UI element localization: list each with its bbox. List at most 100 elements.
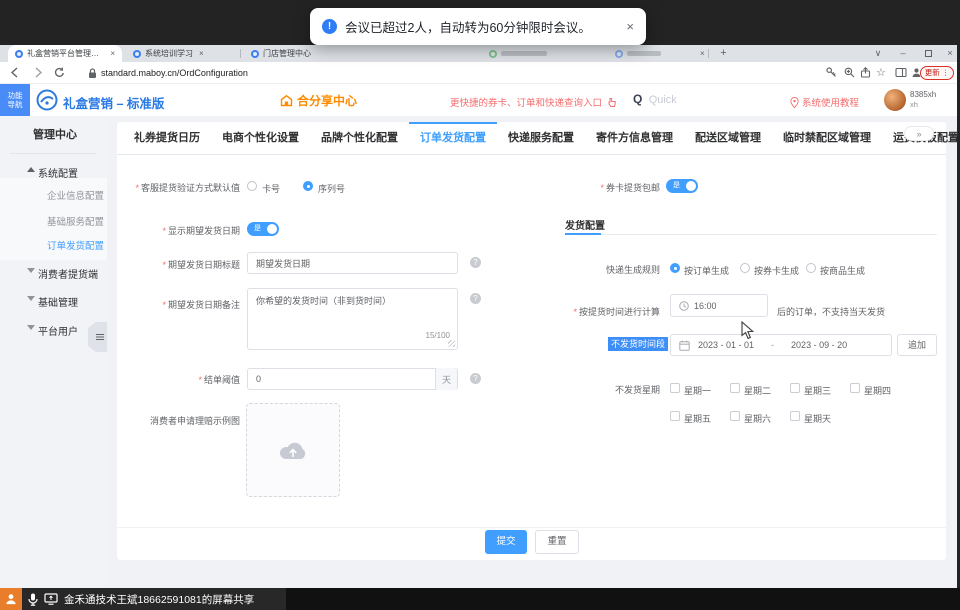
meeting-toast: ! 会议已超过2人，自动转为60分钟限时会议。 × bbox=[310, 8, 646, 45]
radio-by-product[interactable] bbox=[806, 263, 816, 273]
submit-button[interactable]: 提交 bbox=[485, 530, 527, 554]
checkbox-thursday[interactable] bbox=[850, 383, 860, 393]
checkbox-tuesday[interactable] bbox=[730, 383, 740, 393]
forward-icon[interactable] bbox=[32, 67, 43, 78]
checkbox-wednesday-label[interactable]: 星期三 bbox=[804, 384, 831, 397]
claim-example-upload[interactable] bbox=[246, 403, 340, 497]
checkbox-sunday[interactable] bbox=[790, 411, 800, 421]
browser-tab-training[interactable]: 系统培训学习 × bbox=[126, 45, 238, 62]
tab-temp-ban-area[interactable]: 临时禁配区域管理 bbox=[772, 122, 882, 154]
date-separator: - bbox=[771, 340, 774, 350]
sidebar-item-basic-management[interactable]: 基础管理 bbox=[38, 294, 78, 309]
window-menu-button[interactable]: ∨ bbox=[868, 45, 888, 62]
show-expected-date-toggle[interactable]: 是 bbox=[247, 222, 279, 236]
browser-tab-hidden-2[interactable] bbox=[608, 45, 696, 62]
checkbox-wednesday[interactable] bbox=[790, 383, 800, 393]
user-avatar[interactable] bbox=[884, 89, 906, 111]
radio-serial-number[interactable] bbox=[303, 181, 313, 191]
tab-close-icon[interactable]: × bbox=[199, 49, 204, 58]
warehouse-icon bbox=[280, 94, 293, 107]
checkbox-sunday-label[interactable]: 星期天 bbox=[804, 412, 831, 425]
system-tutorial-link[interactable]: 系统使用教程 bbox=[790, 95, 859, 109]
radio-by-order-label[interactable]: 按订单生成 bbox=[684, 264, 729, 277]
radio-by-voucher-label[interactable]: 按券卡生成 bbox=[754, 264, 799, 277]
reset-button[interactable]: 重置 bbox=[535, 530, 579, 554]
lock-icon[interactable] bbox=[88, 68, 97, 79]
share-icon[interactable] bbox=[860, 67, 871, 78]
help-icon[interactable]: ? bbox=[470, 373, 481, 384]
sidebar-item-consumer-pickup[interactable]: 消费者提货端 bbox=[38, 266, 98, 281]
window-minimize-button[interactable]: – bbox=[893, 45, 913, 62]
radio-serial-number-label[interactable]: 序列号 bbox=[318, 182, 345, 195]
quick-search[interactable]: Q Quick bbox=[633, 92, 677, 106]
reload-icon[interactable] bbox=[54, 67, 65, 78]
no-ship-period-daterange[interactable]: 2023 - 01 - 01 - 2023 - 09 - 20 bbox=[670, 334, 892, 356]
tab-delivery-area[interactable]: 配送区域管理 bbox=[684, 122, 772, 154]
tab-sender-info[interactable]: 寄件方信息管理 bbox=[585, 122, 684, 154]
new-tab-button[interactable]: + bbox=[716, 46, 731, 61]
radio-card-number-label[interactable]: 卡号 bbox=[262, 182, 280, 195]
radio-by-order[interactable] bbox=[670, 263, 680, 273]
expected-date-note-textarea[interactable]: 你希望的发货时间（非到货时间） 15/100 bbox=[247, 288, 458, 350]
tab-favicon bbox=[489, 50, 497, 58]
sidebar-item-order-shipping[interactable]: 订单发货配置 bbox=[47, 238, 104, 252]
checkbox-thursday-label[interactable]: 星期四 bbox=[864, 384, 891, 397]
closing-threshold-input[interactable]: 0 天 bbox=[247, 368, 458, 390]
free-postage-toggle[interactable]: 是 bbox=[666, 179, 698, 193]
share-center-link[interactable]: 合分享中心 bbox=[280, 92, 357, 109]
checkbox-monday[interactable] bbox=[670, 383, 680, 393]
help-icon[interactable]: ? bbox=[470, 293, 481, 304]
pickup-time-calc-label: *按提货时间进行计算 bbox=[497, 305, 660, 318]
bookmark-star-icon[interactable]: ☆ bbox=[876, 66, 886, 79]
checkbox-monday-label[interactable]: 星期一 bbox=[684, 384, 711, 397]
append-button[interactable]: 追加 bbox=[897, 334, 937, 356]
checkbox-friday[interactable] bbox=[670, 411, 680, 421]
checkbox-saturday[interactable] bbox=[730, 411, 740, 421]
tabs-expand-button[interactable]: » bbox=[904, 126, 934, 141]
sidebar-item-enterprise-info[interactable]: 企业信息配置 bbox=[47, 188, 104, 202]
express-rule-label: 快递生成规则 bbox=[497, 263, 660, 276]
radio-by-product-label[interactable]: 按商品生成 bbox=[820, 264, 865, 277]
radio-card-number[interactable] bbox=[247, 181, 257, 191]
tab-title-placeholder bbox=[501, 51, 547, 56]
chrome-update-button[interactable]: 更新 ⋮ bbox=[920, 66, 954, 80]
checkbox-friday-label[interactable]: 星期五 bbox=[684, 412, 711, 425]
tab-separator bbox=[240, 49, 241, 58]
back-icon[interactable] bbox=[10, 67, 21, 78]
share-status-text: 金禾通技术王斌18662591081的屏幕共享 bbox=[64, 592, 254, 607]
window-close-button[interactable]: × bbox=[940, 45, 960, 62]
browser-tab-store[interactable]: 门店管理中心 bbox=[244, 45, 354, 62]
tab-favicon bbox=[615, 50, 623, 58]
date-start[interactable]: 2023 - 01 - 01 bbox=[698, 340, 754, 350]
quick-entry-promo[interactable]: 更快捷的券卡、订单和快递查询入口 bbox=[450, 95, 617, 109]
zoom-icon[interactable] bbox=[844, 67, 855, 78]
resize-handle-icon[interactable] bbox=[448, 340, 455, 347]
tab-voucher-calendar[interactable]: 礼券提货日历 bbox=[123, 122, 211, 154]
tab-order-shipping-config[interactable]: 订单发货配置 bbox=[409, 122, 497, 154]
expected-date-note-label: *期望发货日期备注 bbox=[117, 298, 240, 311]
browser-tab-hidden-1[interactable] bbox=[482, 45, 600, 62]
window-maximize-button[interactable] bbox=[918, 45, 938, 62]
checkbox-tuesday-label[interactable]: 星期二 bbox=[744, 384, 771, 397]
browser-tab-gift-admin[interactable]: 礼盒营销平台管理中心 × bbox=[8, 45, 122, 62]
tab-close-icon[interactable]: × bbox=[700, 49, 705, 58]
date-end[interactable]: 2023 - 09 - 20 bbox=[791, 340, 847, 350]
tab-express-service[interactable]: 快递服务配置 bbox=[497, 122, 585, 154]
help-icon[interactable]: ? bbox=[470, 257, 481, 268]
tab-ecommerce-custom[interactable]: 电商个性化设置 bbox=[211, 122, 310, 154]
radio-by-voucher[interactable] bbox=[740, 263, 750, 273]
function-nav-button[interactable]: 功能 导航 bbox=[0, 84, 30, 116]
pickup-time-input[interactable]: 16:00 bbox=[670, 294, 768, 317]
sidepanel-icon[interactable] bbox=[895, 67, 907, 78]
url-text[interactable]: standard.maboy.cn/OrdConfiguration bbox=[101, 68, 248, 78]
expected-date-title-input[interactable]: 期望发货日期 bbox=[247, 252, 458, 274]
sidebar-item-basic-service[interactable]: 基础服务配置 bbox=[47, 214, 104, 228]
key-icon[interactable] bbox=[826, 67, 837, 78]
closing-threshold-label: *结单阈值 bbox=[117, 373, 240, 386]
toast-close-icon[interactable]: × bbox=[626, 19, 634, 34]
checkbox-saturday-label[interactable]: 星期六 bbox=[744, 412, 771, 425]
sidebar-item-platform-users[interactable]: 平台用户 bbox=[38, 323, 78, 338]
tab-brand-custom[interactable]: 品牌个性化配置 bbox=[310, 122, 409, 154]
tab-close-icon[interactable]: × bbox=[110, 49, 115, 58]
sidebar-collapse-handle[interactable] bbox=[88, 322, 107, 352]
